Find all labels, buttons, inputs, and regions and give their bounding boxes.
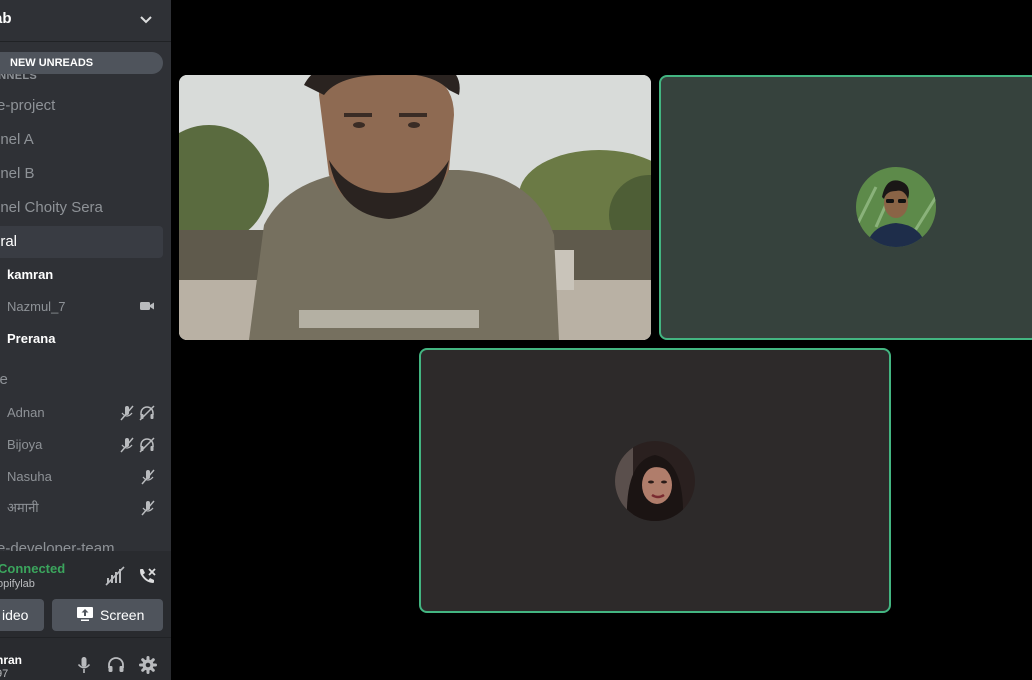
headphones-icon[interactable] bbox=[107, 656, 125, 674]
video-button[interactable]: ideo bbox=[0, 599, 44, 631]
camera-icon bbox=[140, 302, 154, 310]
member-name: Nazmul_7 bbox=[7, 299, 66, 314]
member-name: Prerana bbox=[7, 331, 56, 346]
mic-icon[interactable] bbox=[75, 656, 93, 674]
channel-item[interactable]: re-project bbox=[0, 90, 163, 122]
chevron-down-icon[interactable] bbox=[139, 13, 153, 27]
mute-icon bbox=[141, 500, 155, 516]
mute-icon bbox=[120, 405, 134, 421]
voice-signal-icon[interactable] bbox=[105, 566, 125, 586]
member-name: Adnan bbox=[7, 405, 45, 420]
voice-member[interactable]: अमानी bbox=[0, 493, 163, 523]
voice-member[interactable]: Nazmul_7 bbox=[0, 292, 163, 322]
voice-connection-panel: Connected opifylab ideo Screen bbox=[0, 551, 171, 638]
user-tag: 97 bbox=[0, 668, 9, 680]
video-tile-avatar[interactable] bbox=[419, 348, 891, 613]
participant-avatar bbox=[856, 167, 936, 247]
voice-member[interactable]: Prerana bbox=[0, 324, 163, 354]
server-name: ab bbox=[0, 10, 12, 27]
new-unreads-button[interactable]: NEW UNREADS bbox=[0, 52, 163, 74]
channel-label: ce bbox=[0, 371, 8, 388]
channel-item[interactable]: nnel B bbox=[0, 158, 163, 190]
member-name: अमानी bbox=[7, 500, 39, 515]
username: nran bbox=[0, 653, 23, 667]
screen-button-label: Screen bbox=[100, 607, 145, 623]
mute-icon bbox=[141, 469, 155, 485]
voice-member[interactable]: Nasuha bbox=[0, 462, 163, 492]
server-header[interactable]: ab bbox=[0, 0, 171, 42]
channel-sidebar: ab ANNELS NEW UNREADS re-project nnel A … bbox=[0, 0, 171, 680]
settings-icon[interactable] bbox=[139, 656, 157, 674]
screen-share-icon bbox=[77, 607, 93, 621]
voice-status[interactable]: Connected bbox=[0, 561, 65, 576]
screen-share-button[interactable]: Screen bbox=[52, 599, 163, 631]
voice-member[interactable]: kamran bbox=[0, 260, 163, 290]
video-button-label: ideo bbox=[2, 607, 29, 623]
member-name: kamran bbox=[7, 267, 54, 282]
channel-label: nnel Choity Sera bbox=[0, 199, 103, 216]
channel-item[interactable]: nnel Choity Sera bbox=[0, 192, 163, 224]
channel-label: re-project bbox=[0, 97, 56, 114]
channel-item-selected[interactable]: eral bbox=[0, 226, 163, 258]
channel-label: eral bbox=[0, 233, 18, 250]
member-name: Nasuha bbox=[7, 469, 52, 484]
channel-label: nnel A bbox=[0, 131, 34, 148]
voice-member[interactable]: Adnan bbox=[0, 398, 163, 428]
deafen-icon bbox=[139, 437, 155, 453]
user-panel: nran 97 bbox=[0, 638, 171, 680]
video-tile-camera[interactable] bbox=[179, 75, 651, 340]
participant-avatar bbox=[615, 441, 695, 521]
video-tile-avatar[interactable] bbox=[659, 75, 1032, 340]
mute-icon bbox=[120, 437, 134, 453]
voice-server-name: opifylab bbox=[0, 578, 35, 590]
camera-feed bbox=[179, 75, 651, 340]
member-name: Bijoya bbox=[7, 437, 43, 452]
voice-channel-item[interactable]: ce bbox=[0, 364, 163, 396]
disconnect-icon[interactable] bbox=[137, 566, 157, 586]
deafen-icon bbox=[139, 405, 155, 421]
channel-label: nnel B bbox=[0, 165, 35, 182]
voice-member[interactable]: Bijoya bbox=[0, 430, 163, 460]
channel-item[interactable]: nnel A bbox=[0, 124, 163, 156]
